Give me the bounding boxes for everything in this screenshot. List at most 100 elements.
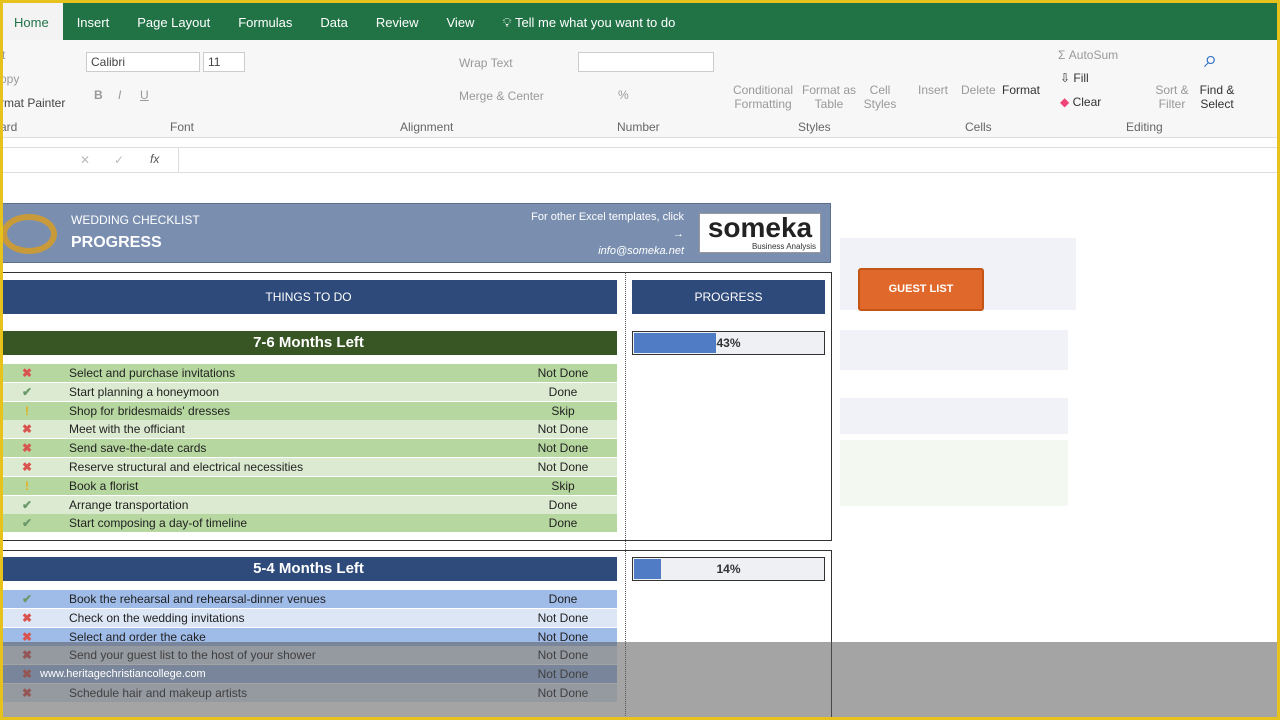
styles-group-label: Styles (798, 120, 831, 134)
task-status[interactable]: Not Done (510, 458, 616, 476)
task-row[interactable]: ✔ Arrange transportation Done (0, 495, 617, 514)
task-text: Book a florist (69, 478, 139, 493)
task-status[interactable]: Skip (510, 402, 616, 420)
font-name-select[interactable]: Calibri (86, 52, 200, 72)
exclamation-icon: ! (25, 478, 29, 493)
header-banner: WEDDING CHECKLIST PROGRESS For other Exc… (0, 203, 831, 263)
check-icon: ✔ (21, 384, 33, 399)
format-cells-button[interactable]: Format (1002, 83, 1040, 97)
task-status[interactable]: Not Done (510, 609, 616, 627)
cross-icon: ✖ (21, 441, 33, 456)
tab-insert[interactable]: Insert (63, 0, 124, 40)
tell-me-text: Tell me what you want to do (514, 15, 676, 30)
task-row[interactable]: ✖ Reserve structural and electrical neces… (0, 458, 617, 476)
bold-button[interactable]: B (94, 88, 103, 102)
task-status[interactable]: Not Done (510, 364, 616, 382)
format-as-table-button[interactable]: Format as Table (800, 83, 858, 111)
task-row[interactable]: ✖ Select and purchase invitations Not Done (0, 364, 617, 382)
task-row[interactable]: ✖ Send save-the-date cards Not Done (0, 439, 617, 458)
task-text: Meet with the officiant (69, 422, 185, 437)
tab-view[interactable]: View (433, 0, 489, 40)
cells-group-label: Cells (965, 120, 992, 134)
tab-page-layout[interactable]: Page Layout (123, 0, 224, 40)
ribbon-tabs: Home Insert Page Layout Formulas Data Review V… (0, 0, 1280, 40)
cross-icon: ✖ (21, 366, 33, 380)
conditional-formatting-button[interactable]: Conditional Formatting (728, 83, 798, 111)
delete-cells-button[interactable]: Delete (961, 83, 996, 97)
task-text: Start composing a day-of timeline (69, 516, 248, 531)
watermark: www.heritagechristiancollege.com (40, 668, 206, 680)
formula-bar: ✕ ✓ fx (0, 147, 1280, 173)
sigma-icon: Σ (1058, 48, 1069, 62)
find-select-button[interactable]: Find & Select (1196, 83, 1238, 111)
fx-icon[interactable]: fx (150, 152, 159, 166)
task-status[interactable]: Not Done (510, 439, 616, 457)
task-text: Select and purchase invitations (69, 366, 236, 380)
someka-logo[interactable]: someka Business Analysis (699, 213, 821, 253)
guest-list-button[interactable]: GUEST LIST (858, 268, 984, 311)
fill-button[interactable]: ⇩ Fill (1060, 71, 1089, 85)
task-row[interactable]: ✖ Check on the wedding invitations Not Don… (0, 608, 617, 627)
font-size-select[interactable]: 11 (203, 52, 245, 72)
section-header: 7-6 Months Left (0, 331, 617, 355)
number-format-select[interactable] (578, 52, 714, 72)
cut-button[interactable]: t (2, 48, 5, 62)
format-painter-button[interactable]: rmat Painter (0, 96, 65, 110)
alignment-group-label: Alignment (400, 120, 454, 134)
formula-input[interactable] (178, 148, 1278, 172)
merge-center-button[interactable]: Merge & Center (459, 89, 544, 103)
italic-button[interactable]: I (118, 88, 121, 102)
copy-button[interactable]: opy (0, 72, 19, 86)
underline-button[interactable]: U (140, 88, 149, 102)
banner-subtitle: WEDDING CHECKLIST (71, 213, 200, 227)
tell-me-search[interactable]: 💡︎ Tell me what you want to do (488, 0, 689, 40)
task-status[interactable]: Done (510, 590, 616, 608)
sort-filter-button[interactable]: Sort & Filter (1152, 83, 1192, 111)
clear-button[interactable]: ◆ Clear (1060, 95, 1101, 109)
task-status[interactable]: Done (510, 496, 616, 514)
task-status[interactable]: Skip (510, 477, 616, 495)
tab-data[interactable]: Data (306, 0, 361, 40)
cross-icon: ✖ (21, 460, 33, 474)
task-text: Book the rehearsal and rehearsal-dinner … (69, 592, 326, 606)
cell-styles-button[interactable]: Cell Styles (860, 83, 900, 111)
progress-header: PROGRESS (632, 280, 825, 314)
number-group-label: Number (617, 120, 660, 134)
magnifier-icon: ⌕ (1204, 46, 1218, 73)
task-text: Start planning a honeymoon (69, 384, 220, 399)
check-icon: ✔ (21, 497, 33, 512)
fill-down-icon: ⇩ (1060, 71, 1074, 85)
task-row[interactable]: ✔ Book the rehearsal and rehearsal-dinner… (0, 590, 617, 608)
task-status[interactable]: Not Done (510, 420, 616, 438)
task-row[interactable]: ! Book a florist Skip (0, 476, 617, 495)
enter-icon[interactable]: ✓ (114, 153, 124, 167)
task-row[interactable]: ✖ Meet with the officiant Not Done (0, 420, 617, 439)
tab-review[interactable]: Review (362, 0, 433, 40)
wrap-text-button[interactable]: Wrap Text (459, 56, 513, 70)
fill-label: Fill (1073, 71, 1089, 85)
templates-link[interactable]: For other Excel templates, click → info@… (531, 209, 684, 260)
eraser-icon: ◆ (1060, 95, 1073, 109)
task-row[interactable]: ! Shop for bridesmaids' dresses Skip (0, 401, 617, 420)
task-status[interactable]: Done (510, 514, 616, 532)
autosum-button[interactable]: Σ AutoSum (1058, 48, 1118, 62)
templates-link-text[interactable]: For other Excel templates, click (531, 209, 684, 226)
clear-label: Clear (1072, 95, 1102, 109)
tab-formulas[interactable]: Formulas (224, 0, 306, 40)
percent-button[interactable]: % (618, 88, 629, 102)
arrow-icon: → (673, 228, 684, 240)
check-icon: ✔ (21, 592, 33, 606)
cancel-icon[interactable]: ✕ (80, 153, 90, 167)
ghost-progress (840, 330, 1068, 370)
task-text: Reserve structural and electrical necess… (69, 460, 304, 474)
task-row[interactable]: ✔ Start composing a day-of timeline Done (0, 514, 617, 533)
ghost-bar (840, 398, 1068, 434)
email-link[interactable]: info@someka.net (531, 243, 684, 260)
insert-cells-button[interactable]: Insert (918, 83, 948, 97)
progress-bar: 14% (632, 557, 825, 581)
section-header: 5-4 Months Left (0, 557, 617, 581)
task-status[interactable]: Done (510, 383, 616, 401)
task-row[interactable]: ✔ Start planning a honeymoon Done (0, 382, 617, 401)
tab-home[interactable]: Home (0, 0, 63, 40)
logo-text: someka (707, 212, 813, 243)
